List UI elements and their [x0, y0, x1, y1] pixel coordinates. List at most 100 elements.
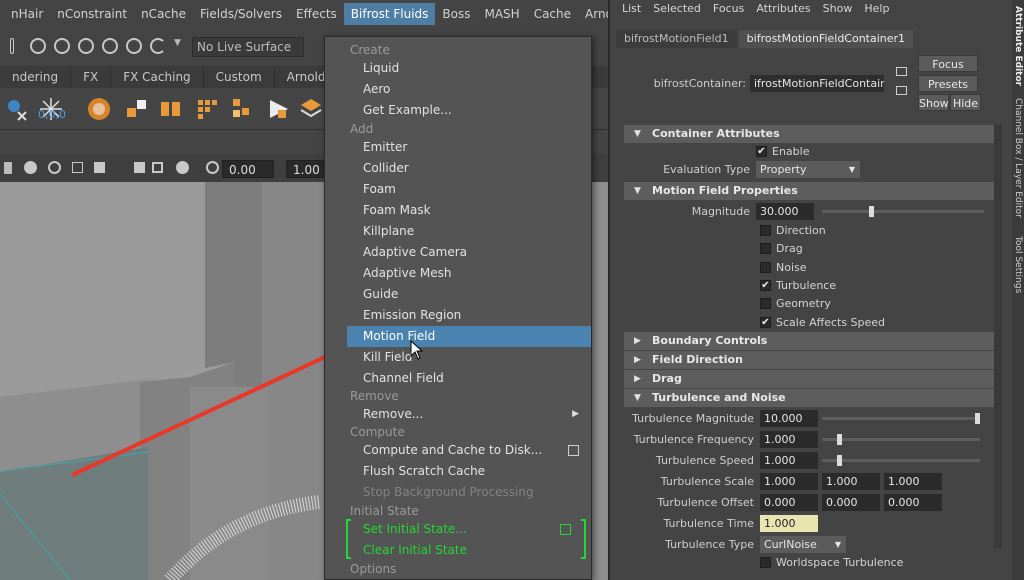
enable-label: Enable: [772, 145, 810, 158]
section-field-direction[interactable]: ▶ Field Direction: [624, 351, 994, 369]
turbulence-frequency-slider[interactable]: [822, 438, 980, 441]
magnitude-field[interactable]: 30.000: [756, 203, 814, 220]
magnitude-slider-knob[interactable]: [869, 206, 875, 217]
menu-item-motion-field[interactable]: Motion Field: [347, 326, 591, 347]
side-tab-tool-settings[interactable]: Tool Settings: [1013, 236, 1023, 293]
menu-item-get-example[interactable]: Get Example...: [325, 100, 591, 121]
menu-item-adaptive-camera[interactable]: Adaptive Camera: [325, 242, 591, 263]
ae-menu-help[interactable]: Help: [858, 0, 895, 18]
turbulence-frequency-field[interactable]: 1.000: [760, 431, 818, 448]
presets-button[interactable]: Presets: [918, 75, 978, 92]
ae-menu-show[interactable]: Show: [817, 0, 859, 18]
noise-checkbox[interactable]: [760, 261, 771, 273]
turbulence-scale-z-field[interactable]: 1.000: [884, 473, 942, 490]
turbulence-type-value: CurlNoise: [764, 538, 817, 551]
menu-item-clear-initial-state[interactable]: Clear Initial State: [325, 540, 591, 561]
menu-item-kill-field[interactable]: Kill Field: [325, 347, 591, 368]
turbulence-speed-label: Turbulence Speed: [655, 454, 754, 467]
turbulence-scale-y-field[interactable]: 1.000: [822, 473, 880, 490]
noise-label: Noise: [776, 260, 807, 274]
section-boundary-controls[interactable]: ▶ Boundary Controls: [624, 332, 994, 350]
menu-item-aero[interactable]: Aero: [325, 79, 591, 100]
expanded-triangle-icon: ▼: [634, 393, 641, 403]
side-tab-attribute-editor[interactable]: Attribute Editor: [1013, 6, 1023, 86]
menu-item-liquid[interactable]: Liquid: [325, 58, 591, 79]
turbulence-type-dropdown[interactable]: CurlNoise ▼: [760, 536, 846, 553]
menu-item-compute-and-cache[interactable]: Compute and Cache to Disk...: [325, 440, 591, 461]
collapsed-triangle-icon: ▶: [634, 374, 641, 384]
turbulence-scale-x-field[interactable]: 1.000: [760, 473, 818, 490]
evaluation-type-value: Property: [760, 163, 807, 176]
tab-bifrost-motion-field-container[interactable]: bifrostMotionFieldContainer1: [738, 30, 914, 48]
menu-item-remove[interactable]: Remove... ▶: [325, 404, 591, 425]
container-name-field[interactable]: ifrostMotionFieldContainer1: [750, 75, 884, 92]
menu-item-channel-field[interactable]: Channel Field: [325, 368, 591, 389]
menu-item-emission-region[interactable]: Emission Region: [325, 305, 591, 326]
turbulence-offset-x-field[interactable]: 0.000: [760, 494, 818, 511]
submenu-arrow-icon: ▶: [572, 409, 579, 419]
turbulence-frequency-slider-knob[interactable]: [837, 434, 843, 445]
section-options: Options: [350, 562, 397, 576]
ae-menubar: List Selected Focus Attributes Show Help: [610, 0, 1014, 18]
hide-button[interactable]: Hide: [950, 94, 981, 111]
turbulence-speed-field[interactable]: 1.000: [760, 452, 818, 469]
turbulence-time-label: Turbulence Time: [663, 517, 754, 530]
menu-item-foam[interactable]: Foam: [325, 179, 591, 200]
menu-item-set-initial-state[interactable]: Set Initial State...: [325, 519, 591, 540]
geometry-checkbox[interactable]: [760, 298, 771, 310]
turbulence-magnitude-field[interactable]: 10.000: [760, 410, 818, 427]
evaluation-type-dropdown[interactable]: Property ▼: [756, 161, 860, 178]
turbulence-speed-slider-knob[interactable]: [837, 455, 843, 466]
ae-menu-list[interactable]: List: [616, 0, 647, 18]
section-motion-field-properties[interactable]: ▼ Motion Field Properties: [624, 182, 994, 200]
ae-menu-focus[interactable]: Focus: [707, 0, 750, 18]
direction-checkbox[interactable]: [760, 225, 771, 236]
side-tab-channel-box[interactable]: Channel Box / Layer Editor: [1013, 98, 1023, 218]
section-add: Add: [350, 122, 374, 136]
option-box-icon[interactable]: [568, 445, 579, 456]
section-remove: Remove: [350, 389, 399, 403]
section-container-attributes-title: Container Attributes: [652, 127, 780, 140]
section-turbulence-and-noise[interactable]: ▼ Turbulence and Noise: [624, 389, 994, 407]
direction-label: Direction: [776, 224, 826, 237]
ae-menu-selected[interactable]: Selected: [647, 0, 707, 18]
menu-item-compute-label: Compute and Cache to Disk...: [363, 443, 543, 457]
turbulence-frequency-label: Turbulence Frequency: [633, 433, 754, 446]
menu-item-emitter[interactable]: Emitter: [325, 137, 591, 158]
menu-item-foam-mask[interactable]: Foam Mask: [325, 200, 591, 221]
turbulence-magnitude-slider[interactable]: [822, 417, 980, 420]
scale-affects-speed-checkbox[interactable]: ✔: [760, 316, 771, 328]
turbulence-offset-y-field[interactable]: 0.000: [822, 494, 880, 511]
section-container-attributes[interactable]: ▼ Container Attributes: [624, 125, 994, 143]
go-to-output-icon[interactable]: [896, 86, 907, 95]
section-boundary-controls-title: Boundary Controls: [652, 334, 768, 347]
turbulence-speed-slider[interactable]: [822, 459, 980, 462]
menu-item-flush-scratch-cache[interactable]: Flush Scratch Cache: [325, 461, 591, 482]
ae-scrollbar[interactable]: [994, 124, 1002, 548]
enable-checkbox[interactable]: ✔: [756, 146, 767, 157]
menu-item-guide[interactable]: Guide: [325, 284, 591, 305]
option-box-icon[interactable]: [560, 524, 571, 535]
menu-item-collider[interactable]: Collider: [325, 158, 591, 179]
geometry-label: Geometry: [776, 297, 831, 311]
ae-menu-attributes[interactable]: Attributes: [750, 0, 816, 18]
worldspace-turbulence-checkbox[interactable]: [760, 557, 771, 568]
turbulence-time-field[interactable]: 1.000: [760, 515, 818, 532]
section-drag[interactable]: ▶ Drag: [624, 370, 994, 388]
drag-checkbox[interactable]: [760, 243, 771, 255]
turbulence-checkbox[interactable]: ✔: [760, 279, 771, 291]
show-button[interactable]: Show: [918, 94, 949, 111]
side-tab-strip: Attribute Editor Channel Box / Layer Edi…: [1012, 0, 1024, 580]
turbulence-offset-label: Turbulence Offset: [657, 496, 754, 509]
chevron-down-icon: ▼: [834, 540, 841, 549]
turbulence-scale-label: Turbulence Scale: [660, 475, 754, 488]
select-node-icon[interactable]: [896, 67, 907, 76]
turbulence-offset-z-field[interactable]: 0.000: [884, 494, 942, 511]
section-field-direction-title: Field Direction: [652, 353, 743, 366]
turbulence-magnitude-slider-knob[interactable]: [975, 413, 980, 424]
menu-item-killplane[interactable]: Killplane: [325, 221, 591, 242]
tab-bifrost-motion-field[interactable]: bifrostMotionField1: [616, 30, 737, 48]
focus-button[interactable]: Focus: [918, 55, 978, 72]
menu-item-adaptive-mesh[interactable]: Adaptive Mesh: [325, 263, 591, 284]
magnitude-slider[interactable]: [822, 210, 984, 213]
